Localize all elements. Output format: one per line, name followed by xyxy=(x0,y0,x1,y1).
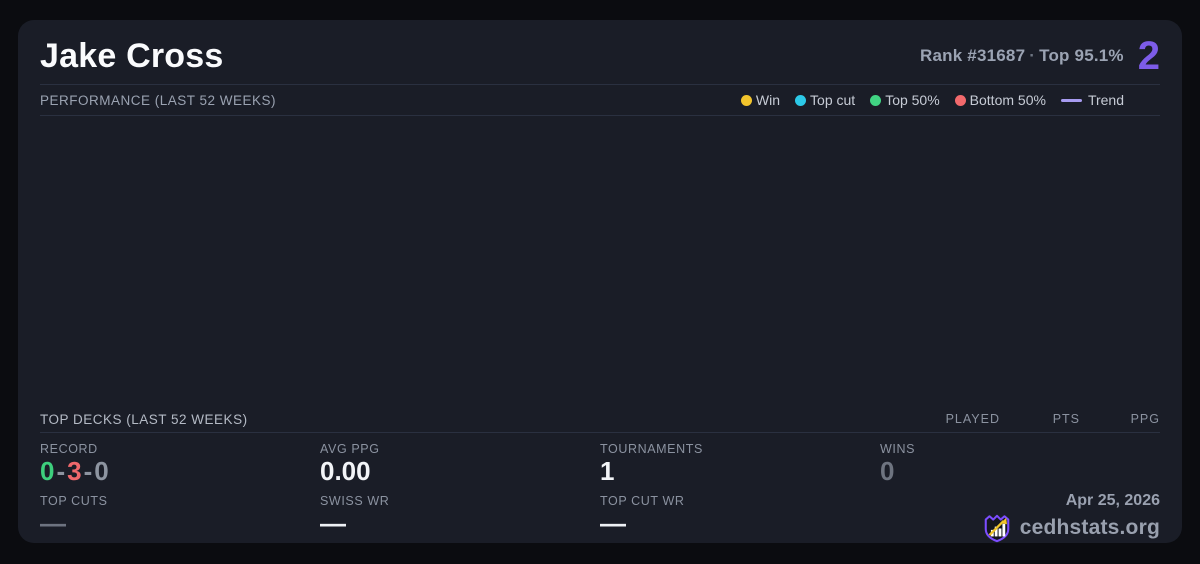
record-sep: - xyxy=(56,456,66,486)
performance-header: PERFORMANCE (LAST 52 WEEKS) Win Top cut … xyxy=(40,85,1160,116)
date-label: Apr 25, 2026 xyxy=(1065,492,1160,509)
record-losses: 3 xyxy=(67,456,82,486)
stats-grid: RECORD 0-3-0 AVG PPG 0.00 TOURNAMENTS 1 … xyxy=(40,433,1160,543)
legend-label-top-cut: Top cut xyxy=(810,92,856,108)
column-header-played: PLAYED xyxy=(945,412,1000,426)
wins-value: 0 xyxy=(880,456,895,486)
card-header: Jake Cross Rank #31687 · Top 95.1% 2 xyxy=(40,20,1160,85)
legend-label-bottom50: Bottom 50% xyxy=(969,92,1046,108)
performance-title: PERFORMANCE (LAST 52 WEEKS) xyxy=(40,92,277,108)
column-header-pts: PTS xyxy=(1052,412,1080,426)
swiss-wr-value: — xyxy=(320,508,346,538)
legend-item-top50: Top 50% xyxy=(870,92,940,108)
tournaments-value: 1 xyxy=(600,456,615,486)
player-stats-card: Jake Cross Rank #31687 · Top 95.1% 2 PERFO… xyxy=(18,20,1182,543)
top-cut-wr-value: — xyxy=(600,508,626,538)
stat-top-cut-wr: TOP CUT WR — xyxy=(600,494,880,543)
record-draws: 0 xyxy=(94,456,109,486)
rank-separator: · xyxy=(1029,46,1036,65)
top50-dot-icon xyxy=(870,94,882,106)
rank-label: Rank #31687 xyxy=(920,46,1026,65)
stat-tournaments: TOURNAMENTS 1 xyxy=(600,442,880,488)
top-percent-label: Top 95.1% xyxy=(1039,46,1124,65)
stat-wins: WINS 0 xyxy=(880,442,1160,488)
cedhstats-logo-icon xyxy=(984,514,1009,543)
record-sep: - xyxy=(83,456,93,486)
top-cuts-value: — xyxy=(40,508,66,538)
score-number: 2 xyxy=(1137,34,1160,78)
chart-legend: Win Top cut Top 50% Bottom 50% Trend xyxy=(740,92,1124,108)
win-dot-icon xyxy=(740,94,752,106)
stat-swiss-wr: SWISS WR — xyxy=(320,494,600,543)
top-decks-header: TOP DECKS (LAST 52 WEEKS) PLAYED PTS PPG xyxy=(40,406,1160,433)
avg-ppg-label: AVG PPG xyxy=(320,442,380,456)
trend-line-icon xyxy=(1060,98,1082,102)
swiss-wr-label: SWISS WR xyxy=(320,494,390,508)
legend-item-bottom50: Bottom 50% xyxy=(954,92,1046,108)
legend-item-win: Win xyxy=(740,92,781,108)
top-cut-wr-label: TOP CUT WR xyxy=(600,494,685,508)
legend-label-win: Win xyxy=(755,92,781,108)
rank-text: Rank #31687 · Top 95.1% xyxy=(920,46,1124,66)
stat-top-cuts: TOP CUTS — xyxy=(40,494,320,543)
legend-item-top-cut: Top cut xyxy=(795,92,855,108)
column-header-ppg: PPG xyxy=(1130,412,1160,426)
performance-chart xyxy=(40,116,1160,406)
record-value: 0-3-0 xyxy=(40,456,320,487)
stat-record: RECORD 0-3-0 xyxy=(40,442,320,488)
brand-link[interactable]: cedhstats.org xyxy=(982,513,1160,543)
top-decks-title: TOP DECKS (LAST 52 WEEKS) xyxy=(40,411,248,427)
wins-label: WINS xyxy=(880,442,916,456)
player-name: Jake Cross xyxy=(40,36,224,75)
record-label: RECORD xyxy=(40,442,98,456)
legend-item-trend: Trend xyxy=(1060,92,1124,108)
avg-ppg-value: 0.00 xyxy=(320,456,371,486)
brand-text: cedhstats.org xyxy=(1019,516,1160,539)
rank-group: Rank #31687 · Top 95.1% 2 xyxy=(920,36,1160,76)
legend-label-top50: Top 50% xyxy=(885,92,940,108)
tournaments-label: TOURNAMENTS xyxy=(600,442,703,456)
top-cuts-label: TOP CUTS xyxy=(40,494,108,508)
legend-label-trend: Trend xyxy=(1087,92,1124,108)
top-decks-columns: PLAYED PTS PPG xyxy=(920,412,1160,426)
top-cut-dot-icon xyxy=(795,94,807,106)
record-wins: 0 xyxy=(40,456,55,486)
bottom50-dot-icon xyxy=(954,94,966,106)
footer-cell: Apr 25, 2026 cedhstats.org xyxy=(880,492,1160,543)
stat-avg-ppg: AVG PPG 0.00 xyxy=(320,442,600,488)
